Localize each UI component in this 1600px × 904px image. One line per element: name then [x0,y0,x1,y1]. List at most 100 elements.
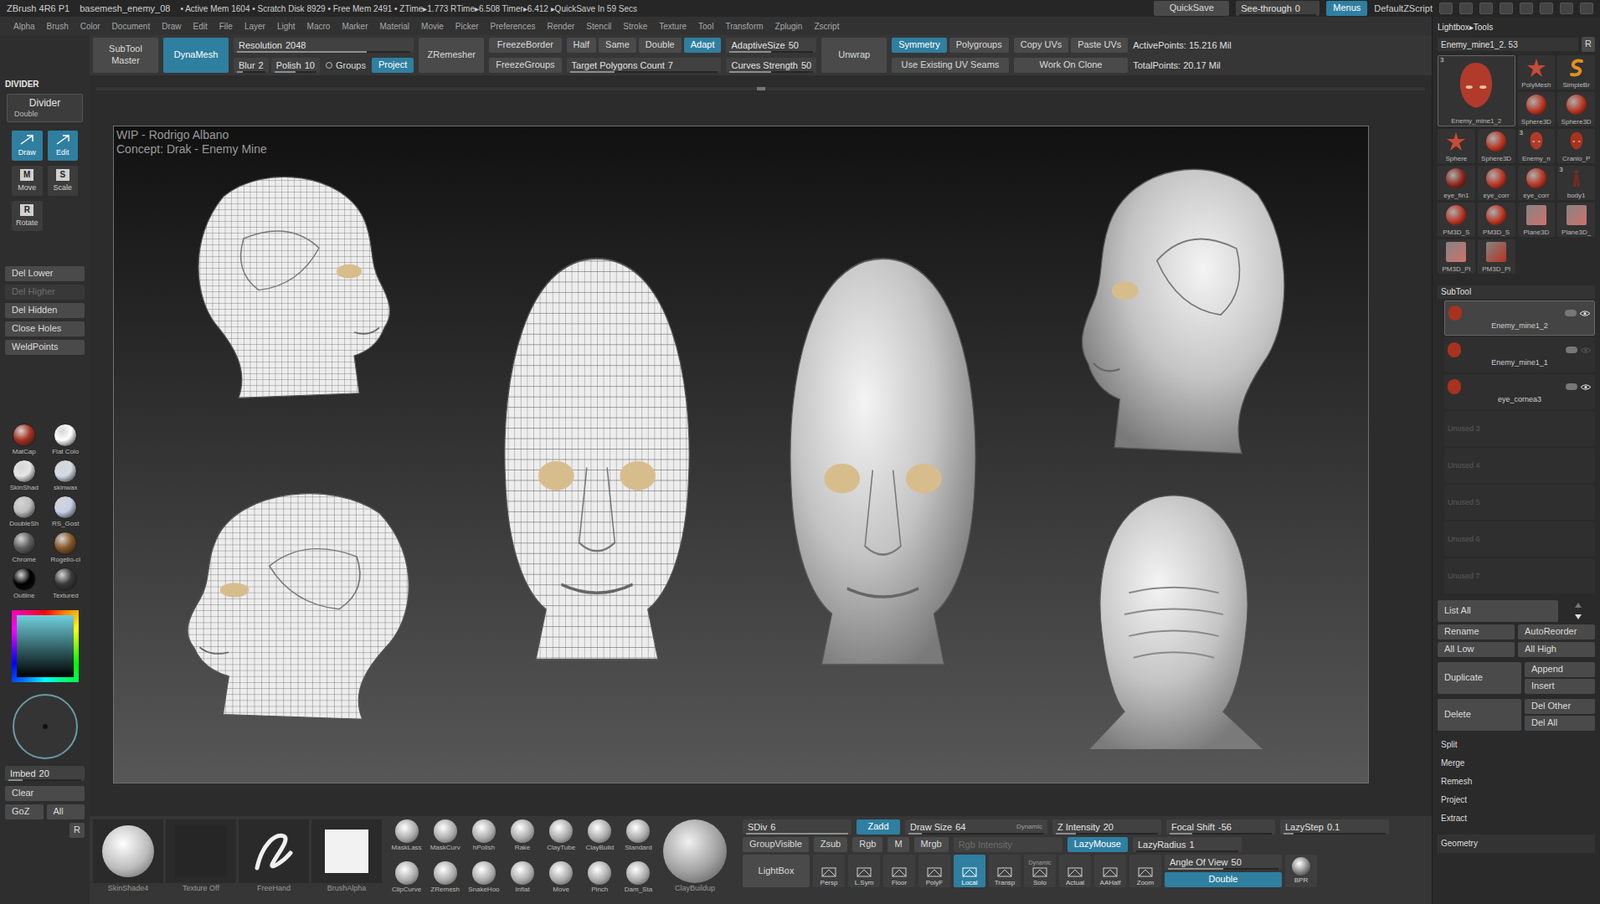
shelf-button[interactable]: Unwrap [821,37,887,73]
section-header[interactable]: Extract [1437,809,1595,829]
brush-button[interactable]: hPolish [464,819,503,860]
section-header[interactable]: Geometry [1437,834,1595,854]
shelf-tile[interactable]: Texture Off [165,819,237,901]
slider[interactable]: Blur2 [233,57,269,73]
button[interactable]: Use Existing UV Seams [891,57,1009,73]
menu-item[interactable]: Marker [341,20,368,33]
subtool-item[interactable]: eye_cornea3 [1444,374,1595,410]
view-button[interactable]: L.Sym [848,854,880,888]
tool-thumbnail[interactable]: PM3D_S [1437,202,1476,237]
menu-item[interactable]: Edit [193,20,208,33]
brush-button[interactable]: MaskLass [387,819,426,860]
clear-button[interactable]: Clear [5,786,85,802]
subtool-item[interactable]: Unused 5 [1444,484,1595,520]
tool-thumbnail[interactable]: SimpleBr [1557,55,1595,90]
polypaint-toggle-icon[interactable] [1565,383,1578,391]
subtool-item[interactable]: Enemy_mine1_2 [1444,300,1595,336]
angle-slider[interactable]: Angle Of View50 [1164,854,1282,870]
view-button[interactable]: AAHalf [1094,854,1127,888]
button[interactable]: FreezeBorder [488,37,561,53]
subtool-button[interactable]: Append [1524,662,1595,678]
button[interactable]: Symmetry [891,37,947,53]
button[interactable]: Zadd [856,819,901,835]
slider[interactable]: LazyStep0.1 [1280,819,1390,835]
window-control-icon[interactable] [1539,2,1554,15]
button[interactable]: Copy UVs [1013,37,1070,53]
menu-item[interactable]: Stencil [586,20,612,33]
window-control-icon[interactable] [1519,2,1534,15]
shelf-tile[interactable]: BrushAlpha [311,819,382,901]
subtool-button[interactable]: Delete [1437,699,1522,731]
tool-thumbnail[interactable]: 3body1 [1557,165,1595,201]
button[interactable]: Work On Clone [1013,57,1129,73]
scroll-marker[interactable] [756,87,766,91]
subtool-button[interactable]: AutoReorder [1517,624,1595,640]
menu-item[interactable]: Material [380,20,411,33]
slider[interactable]: Focal Shift-56 [1166,819,1276,835]
button[interactable]: GroupVisible [742,837,809,853]
current-brush[interactable]: ClayBuildup [659,819,731,901]
menu-item[interactable]: Brush [46,20,69,33]
lightbox-button[interactable]: LightBox [742,854,810,888]
brush-button[interactable]: ClayTube [542,819,581,860]
window-control-icon[interactable] [1559,2,1574,15]
shelf-button[interactable]: DynaMesh [163,37,229,73]
tool-button[interactable]: SScale [47,165,79,196]
tool-button[interactable]: RRotate [11,200,43,232]
window-control-icon[interactable] [1499,2,1513,15]
arrow-up-icon[interactable] [1561,600,1595,611]
button[interactable]: Double [638,37,682,53]
list-all-button[interactable]: List All [1437,600,1559,623]
menu-item[interactable]: Movie [421,20,444,33]
view-button[interactable]: DynamicSolo [1023,854,1056,888]
material-swatch[interactable]: Outline [5,567,44,601]
color-picker[interactable] [11,610,79,683]
menu-item[interactable]: Tool [698,20,714,33]
menu-item[interactable]: Document [112,20,151,33]
material-swatch[interactable]: Textured [46,567,86,601]
tool-thumbnail[interactable]: eye_corr [1477,165,1516,201]
polypaint-toggle-icon[interactable] [1564,309,1577,317]
slider[interactable]: AdaptiveSize50 [725,37,817,53]
tool-thumbnail[interactable]: Sphere3D [1517,92,1556,127]
brush-button[interactable]: MaskCurv [426,819,464,860]
button[interactable]: Polygroups [949,37,1009,53]
tool-thumbnail[interactable]: Plane3D [1517,202,1556,237]
window-control-icon[interactable] [1439,2,1453,15]
shelf-button[interactable]: ZRemesher [418,37,484,73]
brush-button[interactable]: Move [542,861,581,901]
slider[interactable]: Curves Strength50 [725,57,817,73]
brush-button[interactable]: Inflat [503,861,541,901]
subtool-item[interactable]: Enemy_mine1_1 [1444,337,1595,373]
bpr-button[interactable]: BPR [1285,854,1318,888]
view-button[interactable]: PolyF [918,854,951,888]
button[interactable]: Project [371,57,414,73]
menu-item[interactable]: Color [80,20,101,33]
view-button[interactable]: Local [953,854,986,888]
window-control-icon[interactable] [1459,2,1473,15]
button[interactable]: FreezeGroups [488,57,561,73]
subtool-button[interactable]: Insert [1524,679,1595,695]
menu-item[interactable]: Texture [658,20,687,33]
menu-item[interactable]: Zplugin [775,20,803,33]
subtool-button[interactable]: Duplicate [1437,662,1522,695]
menu-item[interactable]: Render [547,20,576,33]
visibility-eye-icon[interactable] [1579,309,1591,318]
tool-thumbnail[interactable]: PM3D_Pl [1477,239,1516,274]
tool-thumbnail[interactable]: PM3D_S [1477,202,1516,237]
brush-button[interactable]: ClipCurve [387,861,426,901]
button[interactable]: Half [566,37,597,53]
see-through-slider[interactable]: See-through0 [1235,0,1320,16]
menu-item[interactable]: Light [277,20,296,33]
menu-item[interactable]: Layer [244,20,266,33]
menu-item[interactable]: Preferences [490,20,536,33]
tool-thumbnail[interactable]: eye_corr [1517,165,1556,201]
button[interactable]: M [887,837,909,853]
section-header[interactable]: Project [1437,791,1595,810]
button[interactable]: Mrgb [914,837,949,853]
subtool-item[interactable]: Unused 4 [1444,447,1595,484]
subtool-button[interactable]: All High [1517,642,1595,658]
subtool-button[interactable]: Del Other [1524,699,1595,715]
slider[interactable]: Z Intensity20 [1052,819,1162,835]
brush-button[interactable]: ZRemesh [426,861,464,901]
